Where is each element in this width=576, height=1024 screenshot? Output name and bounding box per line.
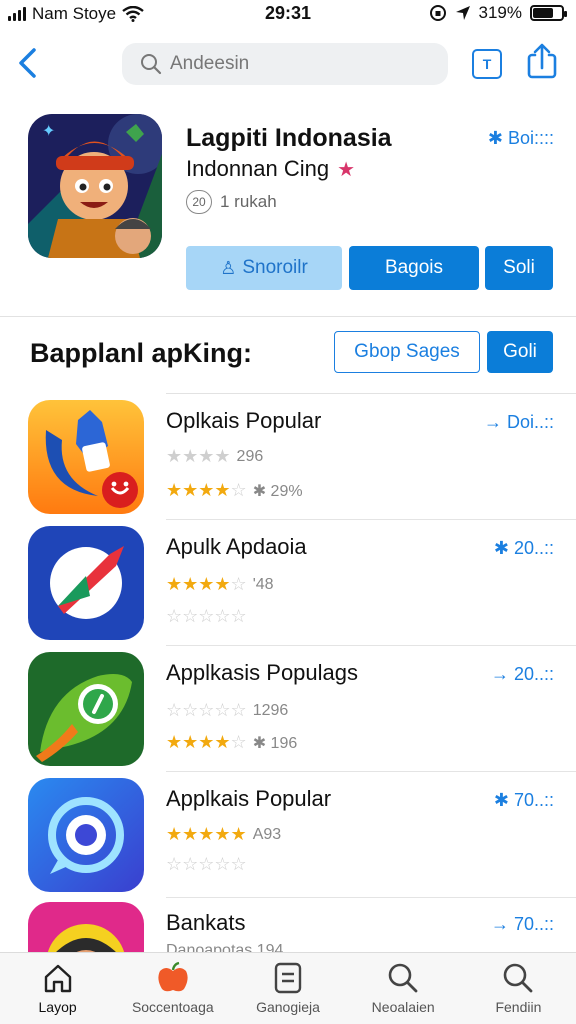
featured-app-rating: ✱ Boi:::: [487,128,554,148]
list-item[interactable]: Apulk Apdaoia ✱ 20..:: ★★★★☆ '48 ☆☆☆☆☆ [0,520,576,646]
list-item[interactable]: Applkais Popular ✱ 70..:: ★★★★★ A93 ☆☆☆☆☆ [0,772,576,898]
battery-label: 319% [478,3,522,22]
goli-label: Goli [503,341,537,362]
apple-icon [158,961,188,992]
search-icon [388,963,418,993]
rating-stars: ★★★★ [166,446,231,466]
subtitle-text: Indonnan Cing [186,156,330,181]
tab-fendiin[interactable]: Fendiin [461,953,576,1024]
app-name: Oplkais Popular [166,408,322,433]
app-price: ✱ 70..:: [493,790,554,810]
tab-switch-icon[interactable]: T [472,49,502,79]
rating-row-secondary: ☆☆☆☆☆ [166,854,247,875]
rating-stars: ☆☆☆☆☆ [166,606,247,626]
svg-text:✦: ✦ [42,123,55,140]
rating-count: A93 [252,825,282,843]
snoroilr-label: Snoroilr [242,257,308,278]
tab-soccentoaga[interactable]: Soccentoaga [115,953,230,1024]
featured-app-icon[interactable]: ✦ [28,114,162,258]
app-name: Apulk Apdaoia [166,534,307,559]
soli-button[interactable]: Soli [485,246,553,290]
rating-count: 1296 [252,701,289,719]
share-icon[interactable] [525,42,559,82]
box-glyph: T [482,56,492,72]
tab-label: Ganogieja [256,999,320,1015]
chat-ring-icon [28,778,144,892]
rating-stars: ★★★★★ [166,824,247,844]
rating-count: 296 [236,447,264,465]
tab-ganogieja[interactable]: Ganogieja [230,953,345,1024]
see-pages-label: Gbop Sages [354,341,460,362]
list-item[interactable]: Applkasis Populags → 20..:: ☆☆☆☆☆ 1296 ★★… [0,646,576,772]
rating-stars: ★★★★☆ [166,480,247,500]
app-name: Bankats [166,910,246,935]
status-right: 319% [429,3,567,23]
bagois-label: Bagois [384,257,444,278]
bagois-button[interactable]: Bagois [349,246,479,290]
featured-app-meta: 20 1 rukah [186,190,277,214]
hero-divider [0,316,576,317]
app-name: Applkais Popular [166,786,332,811]
game-character-icon: ✦ [28,114,162,258]
location-icon [455,6,470,20]
rating-row-secondary: ☆☆☆☆☆ [166,606,247,627]
bird-mascot-icon [28,400,144,514]
app-price: → 20..:: [490,664,554,684]
meta-text: 1 rukah [220,192,277,211]
rating-row-secondary: ★★★★ 296 [166,446,263,467]
app-icon [28,778,144,892]
tab-label: Soccentoaga [131,999,214,1015]
status-bar: Nam Stoye 29:31 319% [0,0,576,30]
rating-stars: ☆☆☆☆☆ [166,854,247,874]
tab-label: Fendiin [495,999,542,1015]
rating-row: ★★★★☆ ✱ 196 [166,732,297,753]
tab-layop[interactable]: Layop [0,953,115,1024]
app-name: Applkasis Populags [166,660,359,685]
rating-row: ★★★★★ A93 [166,824,281,845]
person-icon: ♙ [220,257,237,278]
star-badge-icon: ★ [337,158,356,181]
rating-row: ★★★★☆ ✱ 29% [166,480,303,501]
nav-bar: Andeesin T [0,40,576,90]
back-chevron-icon[interactable] [14,46,42,80]
search-input[interactable]: Andeesin [122,43,448,85]
app-price: → 70..:: [490,914,554,934]
rating-count: '48 [252,575,274,593]
featured-app-title: Lagpiti Indonasia [186,124,392,152]
tab-bar: Layop Soccentoaga Ganogieja Neoalaien Fe… [0,952,576,1024]
app-icon [28,526,144,640]
snoroilr-button[interactable]: ♙ Snoroilr [186,246,342,290]
featured-app-subtitle: Indonnan Cing ★ [186,156,355,182]
app-icon [28,400,144,514]
goli-button[interactable]: Goli [487,331,553,373]
rating-value: ✱ 196 [252,734,298,752]
leaf-logo-icon [28,652,144,766]
lock-rotation-icon [429,5,446,21]
search-placeholder: Andeesin [170,53,250,74]
rating-value: ✱ 29% [252,482,303,500]
app-price: ✱ 20..:: [493,538,554,558]
rating-stars: ★★★★☆ [166,574,247,594]
list-icon [274,962,302,994]
arrow-logo-icon [28,526,144,640]
section-title: Bapplanl apKing: [30,338,252,368]
rating-stars: ★★★★☆ [166,732,247,752]
tab-label: Layop [38,999,77,1015]
see-pages-button[interactable]: Gbop Sages [334,331,480,373]
search-icon [504,963,533,993]
search-icon [141,54,162,75]
rating-row-secondary: ☆☆☆☆☆ 1296 [166,700,288,721]
home-icon [44,964,71,993]
age-rating-badge: 20 [186,190,212,214]
soli-label: Soli [503,257,535,278]
tab-label: Neoalaien [371,999,435,1015]
app-icon [28,652,144,766]
tab-neoalaien[interactable]: Neoalaien [346,953,461,1024]
rating-stars: ☆☆☆☆☆ [166,700,247,720]
rating-row: ★★★★☆ '48 [166,574,274,595]
list-item[interactable]: Oplkais Popular → Doi..:: ★★★★ 296 ★★★★☆ ✱… [0,394,576,520]
app-price: → Doi..:: [483,412,554,432]
battery-icon [530,5,567,21]
